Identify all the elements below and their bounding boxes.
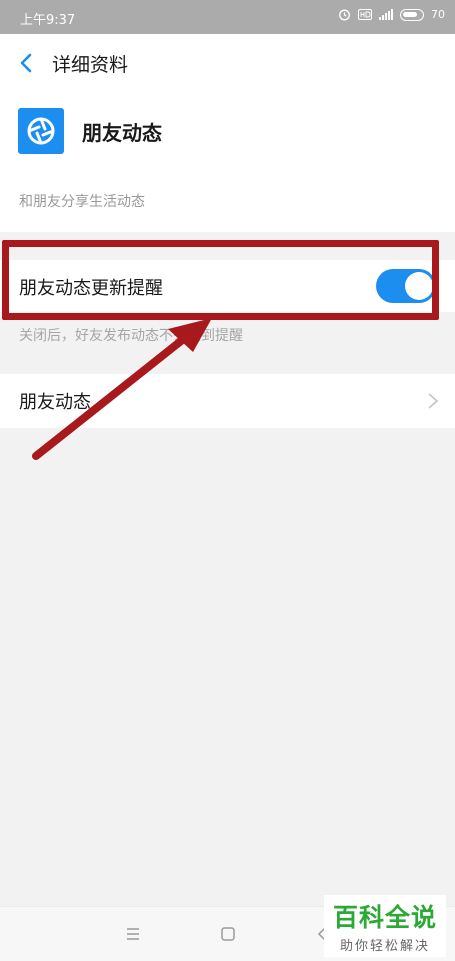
moments-entry-label: 朋友动态 bbox=[19, 392, 91, 413]
chevron-right-icon bbox=[428, 393, 439, 409]
page-title: 详细资料 bbox=[52, 54, 129, 76]
status-bar: 上午9:37 70 bbox=[0, 0, 455, 34]
back-arrow-icon[interactable] bbox=[15, 51, 39, 75]
app-description: 和朋友分享生活动态 bbox=[19, 194, 145, 210]
menu-icon[interactable] bbox=[122, 923, 144, 945]
highlight-box bbox=[2, 240, 439, 320]
home-icon[interactable] bbox=[217, 923, 239, 945]
signal-icon bbox=[379, 9, 393, 20]
watermark: 百科全说 助你轻松解决 bbox=[324, 895, 446, 957]
app-icon bbox=[18, 108, 64, 154]
moments-entry-row[interactable]: 朋友动态 bbox=[0, 374, 455, 428]
battery-percent: 70 bbox=[431, 8, 445, 21]
shutter-icon bbox=[27, 117, 55, 145]
header: 详细资料 bbox=[0, 34, 455, 93]
hd-icon bbox=[358, 9, 372, 20]
watermark-sub: 助你轻松解决 bbox=[339, 939, 430, 954]
update-reminder-note: 关闭后，好友发布动态不会收到提醒 bbox=[19, 328, 243, 344]
watermark-main: 百科全说 bbox=[332, 903, 437, 932]
alarm-icon bbox=[339, 9, 350, 21]
battery-icon bbox=[400, 8, 424, 21]
status-time: 上午9:37 bbox=[20, 13, 76, 28]
app-name: 朋友动态 bbox=[82, 121, 162, 145]
app-info: 朋友动态 和朋友分享生活动态 bbox=[0, 92, 455, 232]
status-icons: 70 bbox=[338, 8, 445, 21]
